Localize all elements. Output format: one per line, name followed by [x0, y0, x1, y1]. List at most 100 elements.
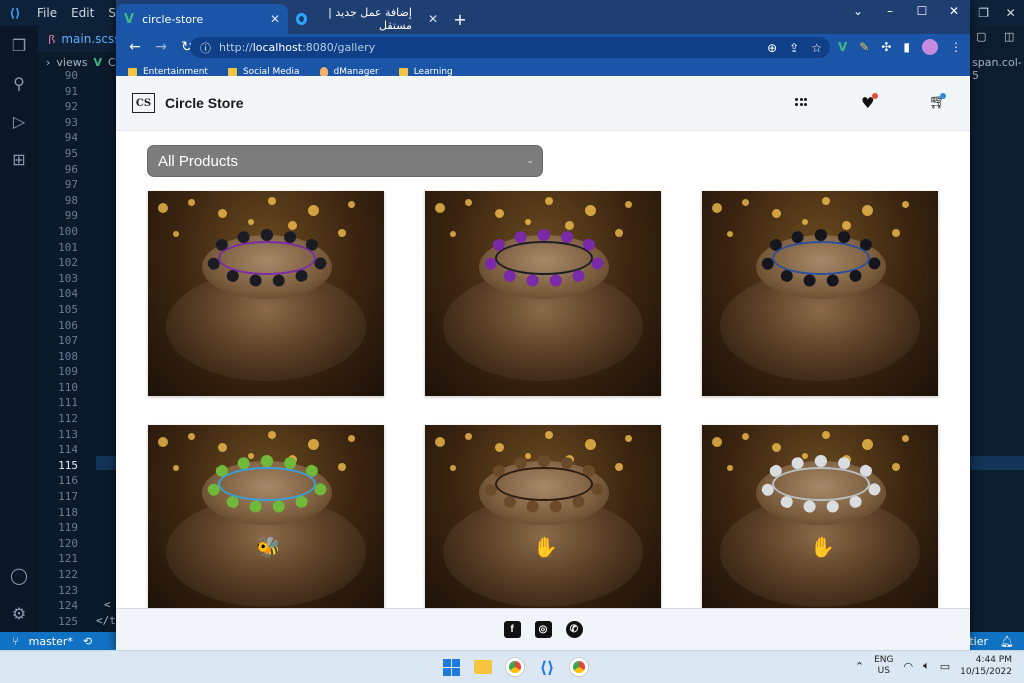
back-arrow-icon[interactable]: ←: [124, 36, 146, 58]
instagram-icon[interactable]: ◎: [534, 621, 552, 638]
account-icon[interactable]: ◯: [0, 556, 38, 594]
line-number: 123: [58, 583, 78, 597]
facebook-icon[interactable]: f: [503, 621, 521, 638]
bokeh-light: [450, 231, 456, 237]
vscode-menu-edit[interactable]: Edit: [64, 6, 101, 20]
side-panel-icon[interactable]: ▮: [903, 40, 910, 54]
bokeh-light: [727, 231, 733, 237]
vscode-taskbar-icon[interactable]: ⟨⟩: [536, 656, 558, 678]
vue-devtools-icon[interactable]: V: [838, 40, 847, 54]
product-card[interactable]: [702, 191, 938, 396]
explorer-icon[interactable]: ❐: [0, 26, 38, 64]
battery-icon[interactable]: ▭: [940, 660, 950, 673]
vscode-current-line-highlight: [96, 456, 118, 470]
share-icon[interactable]: ⇪: [789, 41, 799, 55]
whatsapp-icon[interactable]: ✆: [565, 621, 583, 638]
line-number: 116: [58, 474, 78, 488]
bokeh-light: [525, 219, 531, 225]
url-text: http://localhost:8080/gallery: [219, 41, 376, 54]
tab-search-chevron-icon[interactable]: ⌄: [842, 0, 874, 22]
bracelet-charm-icon: ✋: [533, 535, 558, 559]
product-card[interactable]: [148, 191, 384, 396]
settings-gear-icon[interactable]: ⚙: [0, 594, 38, 632]
mostaql-favicon-icon: [296, 13, 307, 25]
bokeh-light: [450, 465, 456, 471]
volume-icon[interactable]: 🔈︎: [923, 659, 930, 673]
git-branch-icon: ⑂: [12, 634, 19, 648]
bokeh-light: [173, 231, 179, 237]
line-number: 99: [64, 209, 78, 223]
line-number: 104: [58, 287, 78, 301]
windows-start-icon[interactable]: [440, 656, 462, 678]
profile-avatar[interactable]: [922, 39, 938, 55]
forward-arrow-icon[interactable]: →: [150, 36, 172, 58]
run-debug-icon[interactable]: ▷: [0, 102, 38, 140]
bokeh-light: [308, 439, 319, 450]
bokeh-light: [338, 463, 346, 471]
chrome-icon[interactable]: [504, 656, 526, 678]
line-number: 113: [58, 427, 78, 441]
bracelet: [760, 229, 882, 287]
extensions-icon[interactable]: ⊞: [0, 140, 38, 178]
line-number: 122: [58, 568, 78, 581]
bokeh-light: [892, 229, 900, 237]
extensions-puzzle-icon[interactable]: ✣: [881, 40, 891, 54]
pen-extension-icon[interactable]: ✎: [859, 40, 869, 54]
site-info-icon[interactable]: ⓘ: [200, 40, 211, 56]
clock[interactable]: 4:44 PM 10/15/2022: [960, 654, 1012, 678]
address-bar[interactable]: ⓘ http://localhost:8080/gallery ⊕ ⇪ ☆: [190, 37, 830, 58]
vscode-restore-icon-2[interactable]: ▢: [976, 30, 986, 43]
product-card[interactable]: 🐝: [148, 425, 384, 609]
vscode-right-editor-strip: ▢ ◫ span.col-5: [970, 26, 1024, 632]
status-branch[interactable]: master*: [29, 635, 73, 648]
tray-chevron-up-icon[interactable]: ⌃: [855, 660, 864, 673]
sync-icon[interactable]: ⟲: [83, 635, 92, 648]
chevron-down-icon: ⌄: [526, 155, 534, 165]
browser-tab-mostaql[interactable]: إضافة عمل جديد | مستقل ✕: [288, 4, 446, 34]
split-editor-icon[interactable]: ◫: [1004, 30, 1014, 43]
vscode-menu-file[interactable]: File: [30, 6, 64, 20]
file-explorer-icon[interactable]: [472, 656, 494, 678]
bookmark-dmanager[interactable]: dManager: [319, 67, 379, 77]
notification-bell-icon[interactable]: 🔔︎: [1000, 635, 1014, 648]
bookmark-learning[interactable]: Learning: [398, 67, 453, 77]
dmanager-icon: [319, 67, 328, 76]
bokeh-light: [842, 221, 851, 230]
close-tab-icon[interactable]: ✕: [428, 12, 438, 26]
vscode-logo-icon: ⟨⟩: [9, 6, 21, 20]
wifi-icon[interactable]: ◠: [904, 660, 914, 673]
vscode-activity-bar: ❐ ⚲ ▷ ⊞ ◯ ⚙: [0, 26, 38, 632]
new-tab-plus-icon[interactable]: +: [446, 4, 474, 34]
search-icon[interactable]: ⚲: [0, 64, 38, 102]
line-number: 91: [64, 84, 78, 98]
product-card[interactable]: ✋: [702, 425, 938, 609]
bookmark-entertainment[interactable]: Entertainment: [128, 67, 208, 77]
filter-selected-value: All Products: [158, 152, 239, 170]
vscode-restore-icon[interactable]: ❐: [978, 6, 989, 20]
windows-taskbar: ⟨⟩ ⌃ ENG US ◠ 🔈︎ ▭ 4:44 PM 10/15/2022: [0, 650, 1024, 683]
bookmark-star-icon[interactable]: ☆: [811, 41, 822, 55]
browser-tab-circle-store[interactable]: V circle-store ✕: [116, 4, 288, 34]
bracelet: [483, 229, 605, 287]
line-number: 107: [58, 334, 78, 348]
minimize-icon[interactable]: –: [874, 0, 906, 22]
close-tab-icon[interactable]: ✕: [270, 12, 280, 26]
chrome-profile-icon[interactable]: [568, 656, 590, 678]
product-card[interactable]: [425, 191, 661, 396]
product-card[interactable]: ✋: [425, 425, 661, 609]
bokeh-light: [308, 205, 319, 216]
input-language[interactable]: ENG US: [874, 655, 893, 677]
bookmark-social-media[interactable]: Social Media: [227, 67, 300, 77]
vscode-editor-tab[interactable]: ꟗ main.scss: [38, 26, 121, 52]
maximize-icon[interactable]: ☐: [906, 0, 938, 22]
zoom-icon[interactable]: ⊕: [767, 41, 777, 55]
line-number: 93: [64, 115, 78, 129]
close-window-icon[interactable]: ✕: [938, 0, 970, 22]
line-number: 111: [58, 396, 78, 410]
chrome-menu-icon[interactable]: ⋮: [950, 40, 962, 54]
line-number: 117: [58, 490, 78, 504]
category-filter-select[interactable]: All Products ⌄: [147, 145, 543, 177]
vscode-close-icon[interactable]: ✕: [1006, 6, 1016, 20]
browser-toolbar: ← → ↻ ⓘ http://localhost:8080/gallery ⊕ …: [116, 34, 970, 60]
breadcrumb-views[interactable]: views: [56, 56, 87, 69]
